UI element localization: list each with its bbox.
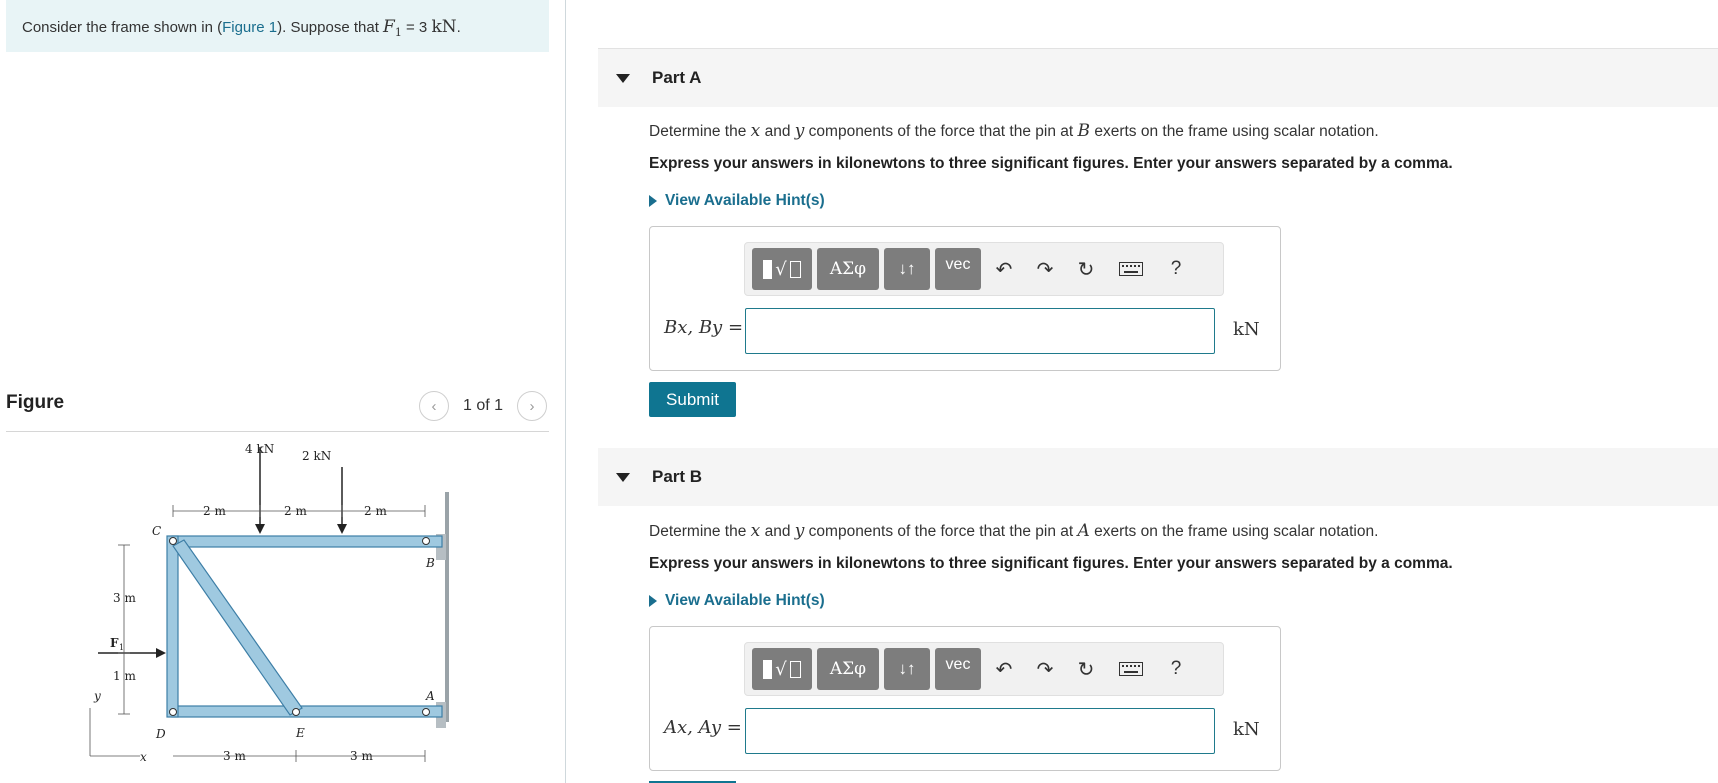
dim-label-bottom-1: 3 m [223, 749, 246, 763]
frame-figure: 4 kN 2 kN 2 m 2 m 2 m 3 m 1 m 3 m 3 m C … [80, 442, 470, 783]
figure-header: Figure ‹ 1 of 1 › [6, 388, 549, 432]
dim-label-top-2: 2 m [284, 504, 307, 518]
part-a-math-toolbar: √ ΑΣφ ↓↑ vec ↶ ↷ ↻ ? [744, 242, 1224, 296]
left-panel: Consider the frame shown in (Figure 1). … [0, 0, 565, 783]
dim-label-left-2: 1 m [113, 669, 136, 683]
vector-button[interactable]: vec [935, 248, 981, 290]
problem-end: . [456, 19, 461, 36]
problem-unit: kN [431, 17, 457, 37]
part-b-instruction: Express your answers in kilonewtons to t… [649, 555, 1453, 572]
dim-label-left-1: 3 m [113, 591, 136, 605]
problem-text: Consider the frame shown in ( [22, 19, 223, 36]
right-panel: Part A Determine the x and y components … [598, 0, 1718, 783]
caret-right-icon [649, 195, 657, 207]
part-a-title: Part A [652, 68, 702, 87]
part-b-question: Determine the x and y components of the … [649, 521, 1379, 541]
greek-symbols-button[interactable]: ΑΣφ [817, 648, 879, 690]
help-icon[interactable]: ? [1158, 648, 1194, 690]
templates-button[interactable]: √ [752, 648, 812, 690]
dim-label-top-3: 2 m [364, 504, 387, 518]
figure-pager: ‹ 1 of 1 › [418, 391, 547, 421]
part-a-answer-label: Bx, By = [664, 317, 744, 338]
help-icon[interactable]: ? [1158, 248, 1194, 290]
load-arrowhead-1 [255, 524, 265, 534]
problem-eq: = 3 [401, 19, 432, 36]
frame-diagram: 4 kN 2 kN 2 m 2 m 2 m 3 m 1 m 3 m 3 m C … [89, 442, 449, 764]
part-b-answer-box: √ ΑΣφ ↓↑ vec ↶ ↷ ↻ ? Ax, Ay = kN [649, 626, 1281, 771]
reset-icon[interactable]: ↻ [1068, 248, 1104, 290]
member-ce [172, 539, 303, 716]
pin-a [422, 708, 430, 716]
chevron-left-icon[interactable]: ‹ [418, 391, 449, 421]
point-d-label: D [155, 727, 166, 741]
part-b-title: Part B [652, 467, 703, 486]
force-f1-arrowhead [156, 648, 166, 658]
redo-icon[interactable]: ↷ [1027, 648, 1063, 690]
part-b-hint-label: View Available Hint(s) [665, 592, 825, 609]
panel-divider [565, 0, 566, 783]
part-b-hint-link[interactable]: View Available Hint(s) [649, 592, 825, 610]
member-cd [166, 535, 179, 718]
part-a-hint-link[interactable]: View Available Hint(s) [649, 192, 825, 210]
pin-e [292, 708, 300, 716]
reset-icon[interactable]: ↻ [1068, 648, 1104, 690]
figure-link[interactable]: Figure 1 [222, 19, 277, 36]
caret-down-icon [616, 73, 630, 83]
member-cb [171, 535, 443, 548]
force-f1-label: F [110, 636, 119, 650]
problem-statement: Consider the frame shown in (Figure 1). … [6, 0, 549, 52]
dim-label-top-1: 2 m [203, 504, 226, 518]
part-a-answer-box: √ ΑΣφ ↓↑ vec ↶ ↷ ↻ ? Bx, By = kN [649, 226, 1281, 371]
subscript-superscript-button[interactable]: ↓↑ [884, 248, 930, 290]
load-arrowhead-2 [337, 524, 347, 534]
point-c-label: C [152, 524, 161, 538]
pin-d [169, 708, 177, 716]
axis-x-label: x [140, 750, 147, 764]
point-e-label: E [295, 726, 305, 740]
member-da [171, 705, 443, 718]
wall [445, 492, 449, 722]
pin-c [169, 537, 177, 545]
part-b-answer-label: Ax, Ay = [664, 717, 742, 738]
undo-icon[interactable]: ↶ [986, 248, 1022, 290]
part-b-unit: kN [1233, 719, 1260, 740]
templates-button[interactable]: √ [752, 248, 812, 290]
point-b-label: B [425, 556, 435, 570]
part-a-submit-button[interactable]: Submit [649, 382, 736, 417]
vector-button[interactable]: vec [935, 648, 981, 690]
axis-y-label: y [93, 689, 101, 703]
var-f: F [383, 17, 395, 37]
force-f1-sub: 1 [119, 643, 124, 652]
redo-icon[interactable]: ↷ [1027, 248, 1063, 290]
load-label-2: 2 kN [302, 449, 331, 463]
part-a-hint-label: View Available Hint(s) [665, 192, 825, 209]
keyboard-icon[interactable] [1109, 648, 1153, 690]
point-a-label: A [425, 689, 435, 703]
load-label-1: 4 kN [245, 442, 274, 456]
part-a-unit: kN [1233, 319, 1260, 340]
greek-symbols-button[interactable]: ΑΣφ [817, 248, 879, 290]
keyboard-icon[interactable] [1109, 248, 1153, 290]
undo-icon[interactable]: ↶ [986, 648, 1022, 690]
chevron-right-icon[interactable]: › [517, 391, 547, 421]
figure-title: Figure [6, 392, 65, 413]
part-a-question: Determine the x and y components of the … [649, 121, 1379, 141]
var-f-sub: 1 [394, 26, 402, 39]
dim-label-bottom-2: 3 m [350, 749, 373, 763]
pin-b [422, 537, 430, 545]
part-a-answer-input[interactable] [745, 308, 1215, 354]
problem-text-mid: ). Suppose that [277, 19, 384, 36]
part-a-instruction: Express your answers in kilonewtons to t… [649, 155, 1453, 172]
part-b-answer-input[interactable] [745, 708, 1215, 754]
part-b-math-toolbar: √ ΑΣφ ↓↑ vec ↶ ↷ ↻ ? [744, 642, 1224, 696]
part-a-header[interactable]: Part A [598, 49, 1718, 107]
subscript-superscript-button[interactable]: ↓↑ [884, 648, 930, 690]
part-b-header[interactable]: Part B [598, 448, 1718, 506]
caret-down-icon [616, 472, 630, 482]
pager-count: 1 of 1 [462, 397, 503, 414]
caret-right-icon [649, 595, 657, 607]
